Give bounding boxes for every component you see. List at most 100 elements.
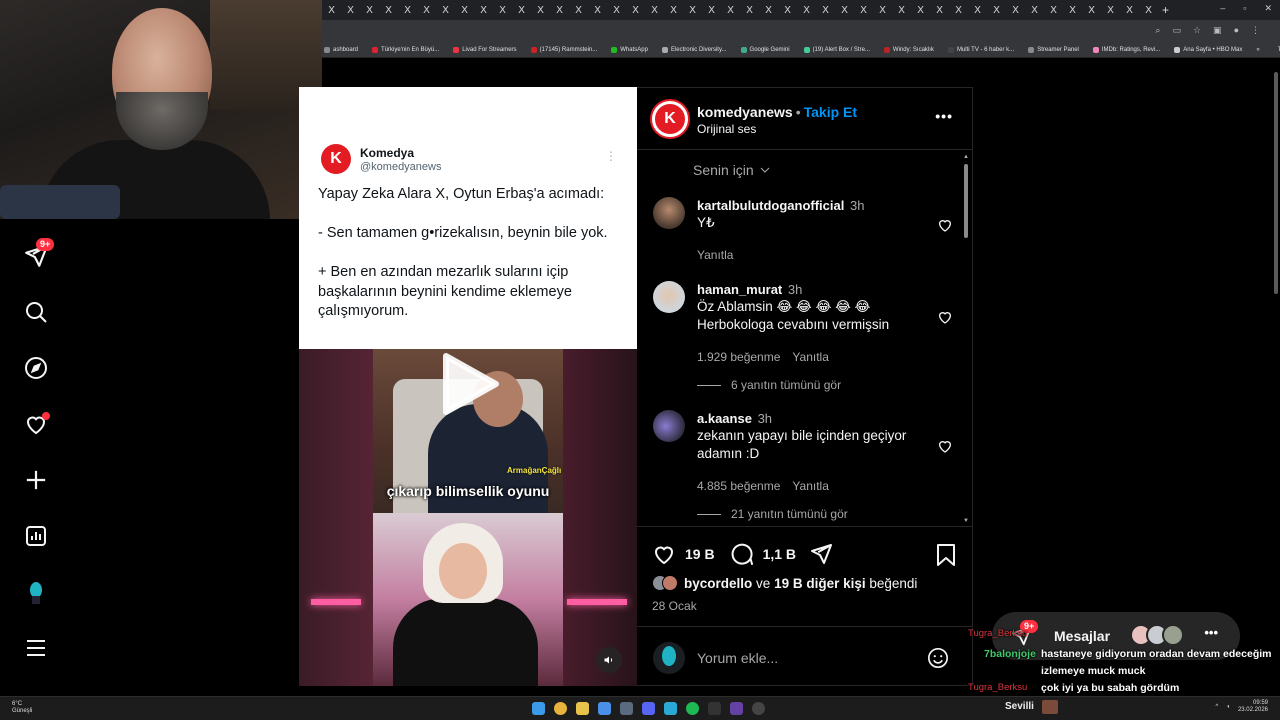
tab-close-icon[interactable]: X: [1044, 5, 1063, 16]
explorer-icon[interactable]: [576, 702, 589, 715]
bookmark-star-icon[interactable]: ☆: [1193, 25, 1201, 36]
start-icon[interactable]: [532, 702, 545, 715]
commenter-avatar[interactable]: [653, 281, 685, 313]
clock[interactable]: 09:59 23.02.2026: [1238, 700, 1268, 714]
tab-close-icon[interactable]: X: [930, 5, 949, 16]
bookmark-item[interactable]: Ana Sayfa • HBO Max: [1174, 46, 1242, 53]
steam-icon[interactable]: [620, 702, 633, 715]
profile-icon[interactable]: ●: [1234, 25, 1239, 36]
edge-icon[interactable]: [664, 702, 677, 715]
volume-icon[interactable]: ◖: [1226, 704, 1230, 710]
tab-close-icon[interactable]: X: [911, 5, 930, 16]
explore-compass-icon[interactable]: [22, 354, 50, 382]
reply-button[interactable]: Yanıtla: [792, 479, 828, 493]
tab-close-icon[interactable]: X: [1063, 5, 1082, 16]
like-comment-heart-icon[interactable]: [937, 217, 953, 233]
tab-close-icon[interactable]: X: [721, 5, 740, 16]
emoji-icon[interactable]: [927, 647, 949, 669]
tab-close-icon[interactable]: X: [474, 5, 493, 16]
save-bookmark-icon[interactable]: [935, 543, 957, 567]
notifications-heart-icon[interactable]: [22, 410, 50, 438]
bookmark-item[interactable]: Google Gemini: [740, 46, 790, 53]
tab-close-icon[interactable]: X: [626, 5, 645, 16]
comment-count[interactable]: 1,1 B: [763, 546, 796, 562]
bookmark-item[interactable]: (17145) Rammstein...: [530, 46, 597, 53]
page-scrollbar[interactable]: [1272, 60, 1280, 696]
liked-by-user[interactable]: bycordello: [684, 576, 752, 591]
epic-icon[interactable]: [708, 702, 721, 715]
menu-icon[interactable]: ⋮: [1251, 25, 1260, 36]
tab-close-icon[interactable]: X: [569, 5, 588, 16]
mute-button[interactable]: [596, 647, 622, 673]
like-comment-heart-icon[interactable]: [937, 438, 953, 454]
tab-close-icon[interactable]: X: [683, 5, 702, 16]
extensions-icon[interactable]: ▣: [1213, 25, 1222, 36]
tab-close-icon[interactable]: X: [778, 5, 797, 16]
tab-close-icon[interactable]: X: [550, 5, 569, 16]
bookmark-item[interactable]: Livad For Streamers: [453, 46, 517, 53]
post-author-username[interactable]: komedyanews: [697, 104, 793, 120]
comment-username[interactable]: kartalbulutdoganofficial: [697, 198, 844, 213]
minimize-button[interactable]: –: [1220, 3, 1225, 14]
search-icon[interactable]: [22, 298, 50, 326]
commenter-avatar[interactable]: [653, 197, 685, 229]
tab-close-icon[interactable]: X: [398, 5, 417, 16]
bookmark-item[interactable]: WhatsApp: [611, 46, 648, 53]
like-count[interactable]: 19 B: [685, 546, 715, 562]
tab-close-icon[interactable]: X: [1025, 5, 1044, 16]
tab-close-icon[interactable]: X: [1006, 5, 1025, 16]
comment-username[interactable]: a.kaanse: [697, 411, 752, 426]
chrome-icon[interactable]: [554, 702, 567, 715]
like-heart-icon[interactable]: [652, 542, 676, 566]
comment-username[interactable]: haman_murat: [697, 282, 782, 297]
tab-close-icon[interactable]: X: [1139, 5, 1158, 16]
post-audio-label[interactable]: Orijinal ses: [697, 122, 756, 136]
view-replies-button[interactable]: 21 yanıtın tümünü gör: [697, 507, 848, 521]
tab-close-icon[interactable]: X: [512, 5, 531, 16]
tab-close-icon[interactable]: X: [949, 5, 968, 16]
tray-chevron-icon[interactable]: ^: [1216, 704, 1219, 710]
post-author-avatar[interactable]: K: [650, 99, 690, 139]
close-window-button[interactable]: ✕: [1264, 3, 1272, 14]
play-icon[interactable]: [440, 352, 500, 416]
spotify-icon[interactable]: [686, 702, 699, 715]
dashboard-chart-icon[interactable]: [22, 522, 50, 550]
tab-close-icon[interactable]: X: [588, 5, 607, 16]
tab-close-icon[interactable]: X: [417, 5, 436, 16]
tab-close-icon[interactable]: X: [322, 5, 341, 16]
tab-close-icon[interactable]: X: [740, 5, 759, 16]
share-icon[interactable]: [809, 542, 833, 566]
discord-icon[interactable]: [642, 702, 655, 715]
tab-close-icon[interactable]: X: [664, 5, 683, 16]
tab-close-icon[interactable]: X: [341, 5, 360, 16]
cast-icon[interactable]: ▭: [1172, 25, 1181, 36]
tab-close-icon[interactable]: X: [987, 5, 1006, 16]
bookmark-item[interactable]: Windy: Sıcaklık: [883, 46, 934, 53]
tab-close-icon[interactable]: X: [455, 5, 474, 16]
liked-by-others[interactable]: 19 B diğer kişi: [774, 576, 866, 591]
like-comment-heart-icon[interactable]: [937, 309, 953, 325]
tab-close-icon[interactable]: X: [531, 5, 550, 16]
tab-close-icon[interactable]: X: [854, 5, 873, 16]
tab-close-icon[interactable]: X: [379, 5, 398, 16]
tab-close-icon[interactable]: X: [816, 5, 835, 16]
tab-close-icon[interactable]: X: [1082, 5, 1101, 16]
comment-input[interactable]: [697, 647, 917, 669]
comment-sort-dropdown[interactable]: Senin için: [693, 162, 771, 178]
bookmark-item[interactable]: ashboard: [324, 46, 358, 53]
store-icon[interactable]: [598, 702, 611, 715]
bookmark-item[interactable]: Türkiye'nin En Büyü...: [372, 46, 439, 53]
follow-button[interactable]: Takip Et: [804, 104, 857, 120]
bookmark-item[interactable]: (19) Alert Box / Stre...: [803, 46, 870, 53]
bookmark-item[interactable]: IMDb: Ratings, Revi...: [1092, 46, 1160, 53]
tab-close-icon[interactable]: X: [968, 5, 987, 16]
bookmark-item[interactable]: Multi TV - 6 haber k...: [947, 46, 1014, 53]
post-video[interactable]: ArmağanÇağlı çıkarıp bilimsellik oyunu: [299, 349, 637, 686]
comment-bubble-icon[interactable]: [730, 542, 754, 566]
tab-close-icon[interactable]: X: [759, 5, 778, 16]
reply-button[interactable]: Yanıtla: [792, 350, 828, 364]
bookmarks-overflow[interactable]: »: [1256, 47, 1263, 53]
create-plus-icon[interactable]: [22, 466, 50, 494]
comment-likes[interactable]: 1.929 beğenme: [697, 350, 780, 364]
comment-likes[interactable]: 4.885 beğenme: [697, 479, 780, 493]
